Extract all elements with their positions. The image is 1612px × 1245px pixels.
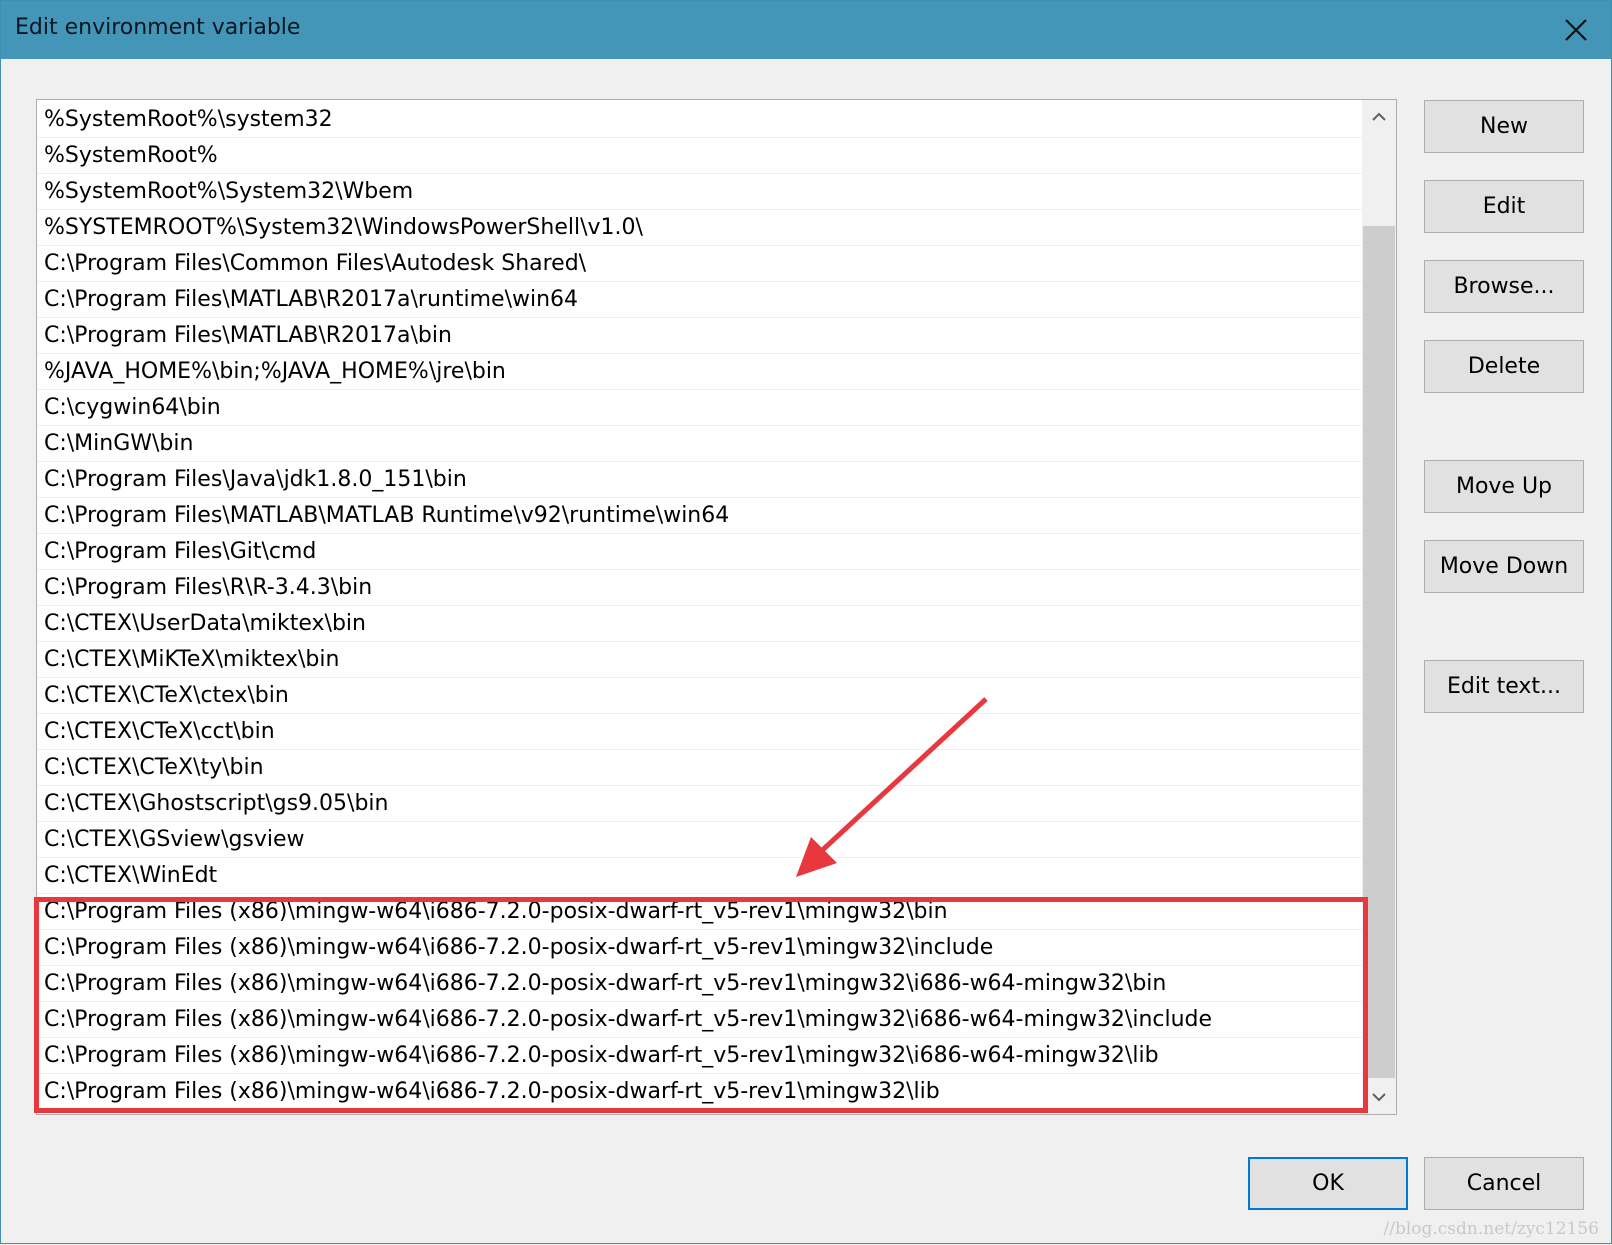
list-item[interactable]: C:\CTEX\CTeX\ty\bin xyxy=(37,750,1363,786)
edit-text-button[interactable]: Edit text... xyxy=(1424,660,1584,713)
vertical-scrollbar[interactable] xyxy=(1362,100,1396,1114)
move-up-button[interactable]: Move Up xyxy=(1424,460,1584,513)
list-item[interactable]: C:\Program Files\R\R-3.4.3\bin xyxy=(37,570,1363,606)
list-item[interactable]: C:\cygwin64\bin xyxy=(37,390,1363,426)
list-item[interactable]: C:\Program Files\MATLAB\R2017a\runtime\w… xyxy=(37,282,1363,318)
list-item[interactable]: C:\Program Files\MATLAB\MATLAB Runtime\v… xyxy=(37,498,1363,534)
list-item[interactable]: C:\Program Files\Git\cmd xyxy=(37,534,1363,570)
scroll-up-button[interactable] xyxy=(1362,100,1396,134)
list-item[interactable]: %SystemRoot% xyxy=(37,138,1363,174)
path-list-items: %SystemRoot%\system32 %SystemRoot% %System… xyxy=(37,102,1363,1110)
list-item[interactable]: %JAVA_HOME%\bin;%JAVA_HOME%\jre\bin xyxy=(37,354,1363,390)
list-item[interactable]: C:\CTEX\WinEdt xyxy=(37,858,1363,894)
scroll-down-button[interactable] xyxy=(1362,1080,1396,1114)
list-item[interactable]: C:\CTEX\CTeX\cct\bin xyxy=(37,714,1363,750)
list-item[interactable]: C:\CTEX\Ghostscript\gs9.05\bin xyxy=(37,786,1363,822)
path-list[interactable]: %SystemRoot%\system32 %SystemRoot% %System… xyxy=(36,99,1397,1115)
window-title: Edit environment variable xyxy=(15,15,301,40)
list-item[interactable]: C:\Program Files\MATLAB\R2017a\bin xyxy=(37,318,1363,354)
list-item[interactable]: C:\MinGW\bin xyxy=(37,426,1363,462)
list-item[interactable]: C:\Program Files\Java\jdk1.8.0_151\bin xyxy=(37,462,1363,498)
list-item[interactable]: C:\Program Files\Common Files\Autodesk S… xyxy=(37,246,1363,282)
watermark: //blog.csdn.net/zyc12156 xyxy=(1383,1219,1599,1239)
scroll-thumb[interactable] xyxy=(1363,226,1395,1078)
edit-env-var-dialog: Edit environment variable %SystemRoot%\s… xyxy=(0,0,1612,1244)
move-down-button[interactable]: Move Down xyxy=(1424,540,1584,593)
list-item[interactable]: C:\CTEX\CTeX\ctex\bin xyxy=(37,678,1363,714)
list-item[interactable]: C:\Program Files (x86)\mingw-w64\i686-7.… xyxy=(37,894,1363,930)
list-item[interactable]: C:\Program Files (x86)\mingw-w64\i686-7.… xyxy=(37,966,1363,1002)
list-item[interactable]: %SystemRoot%\System32\Wbem xyxy=(37,174,1363,210)
close-button[interactable] xyxy=(1541,1,1611,59)
title-bar[interactable]: Edit environment variable xyxy=(1,1,1611,59)
new-button[interactable]: New xyxy=(1424,100,1584,153)
browse-button[interactable]: Browse... xyxy=(1424,260,1584,313)
edit-button[interactable]: Edit xyxy=(1424,180,1584,233)
ok-button[interactable]: OK xyxy=(1248,1157,1408,1210)
list-item[interactable]: C:\Program Files (x86)\mingw-w64\i686-7.… xyxy=(37,1074,1363,1110)
cancel-button[interactable]: Cancel xyxy=(1424,1157,1584,1210)
list-item[interactable]: C:\Program Files (x86)\mingw-w64\i686-7.… xyxy=(37,930,1363,966)
list-item[interactable]: C:\Program Files (x86)\mingw-w64\i686-7.… xyxy=(37,1002,1363,1038)
list-item[interactable]: %SYSTEMROOT%\System32\WindowsPowerShell\… xyxy=(37,210,1363,246)
chevron-down-icon xyxy=(1372,1093,1386,1102)
list-item[interactable]: C:\CTEX\UserData\miktex\bin xyxy=(37,606,1363,642)
list-item[interactable]: C:\CTEX\GSview\gsview xyxy=(37,822,1363,858)
list-item[interactable]: %SystemRoot%\system32 xyxy=(37,102,1363,138)
close-icon xyxy=(1565,19,1587,41)
chevron-up-icon xyxy=(1372,112,1386,121)
delete-button[interactable]: Delete xyxy=(1424,340,1584,393)
list-item[interactable]: C:\Program Files (x86)\mingw-w64\i686-7.… xyxy=(37,1038,1363,1074)
list-item[interactable]: C:\CTEX\MiKTeX\miktex\bin xyxy=(37,642,1363,678)
